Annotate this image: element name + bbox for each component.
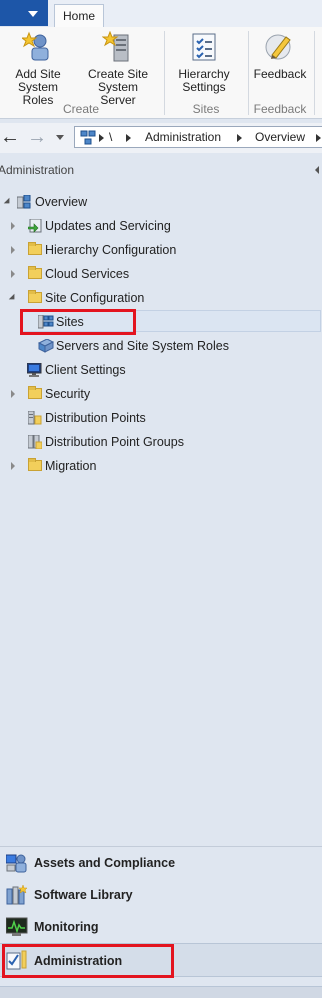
ribbon-group-separator [248, 31, 249, 115]
expanded-chevron-icon[interactable] [8, 293, 18, 303]
tree-label: Client Settings [45, 363, 126, 377]
ribbon-group-separator [314, 31, 315, 115]
workspace-label: Assets and Compliance [34, 856, 176, 870]
ribbon-group-create-label: Create [62, 102, 100, 116]
tree-item-security[interactable]: Security [0, 384, 320, 404]
tree-label: Servers and Site System Roles [56, 339, 229, 353]
breadcrumb-administration[interactable]: Administration [145, 130, 221, 144]
tree-label: Migration [45, 459, 97, 473]
client-monitor-icon [26, 362, 42, 377]
history-dropdown-icon[interactable] [56, 135, 64, 140]
create-site-system-server-button[interactable]: Create Site System Server [79, 30, 157, 107]
add-roles-icon [20, 31, 54, 63]
collapsed-chevron-icon[interactable] [11, 390, 15, 398]
hierarchy-settings-button[interactable]: Hierarchy Settings [172, 31, 236, 94]
feedback-label: Feedback [253, 67, 307, 81]
workspace-label: Monitoring [34, 920, 99, 934]
tree-label: Security [45, 387, 91, 401]
add-site-system-roles-button[interactable]: Add Site System Roles [2, 31, 74, 107]
collapsed-chevron-icon[interactable] [11, 246, 15, 254]
tree-item-site-configuration[interactable]: Site Configuration [0, 288, 320, 308]
breadcrumb-separator-icon [126, 134, 131, 142]
tree-item-cloud-services[interactable]: Cloud Services [0, 264, 320, 284]
tree-item-servers-and-site-system-roles[interactable]: Servers and Site System Roles [0, 336, 320, 356]
tree-label: Cloud Services [45, 267, 130, 281]
tree-label: Overview [35, 195, 88, 209]
ribbon-group-separator [164, 31, 165, 115]
tree-item-client-settings[interactable]: Client Settings [0, 360, 320, 380]
monitoring-icon [5, 917, 28, 937]
annotation-highlight-box [20, 309, 136, 335]
feedback-pencil-icon [264, 31, 296, 63]
tree-label: Updates and Servicing [45, 219, 171, 233]
annotation-highlight-box [2, 944, 174, 978]
assets-and-compliance-icon [5, 853, 28, 873]
tree-label: Distribution Point Groups [45, 435, 184, 449]
ribbon-group-sites-label: Sites [192, 102, 220, 116]
breadcrumb-root[interactable]: \ [109, 130, 112, 144]
pane-title: Administration [0, 163, 75, 177]
expanded-chevron-icon[interactable] [3, 197, 13, 207]
hierarchy-settings-label-line2: Settings [182, 80, 226, 94]
address-bar[interactable]: \ Administration Overview [74, 126, 322, 148]
chevron-down-icon [28, 11, 38, 17]
server-roles-icon [37, 338, 55, 353]
tree-item-hierarchy-configuration[interactable]: Hierarchy Configuration [0, 240, 320, 260]
tree-label: Site Configuration [45, 291, 145, 305]
overview-icon [16, 194, 31, 209]
collapsed-chevron-icon[interactable] [11, 270, 15, 278]
feedback-button[interactable]: Feedback [252, 31, 308, 81]
tree-item-updates-and-servicing[interactable]: Updates and Servicing [0, 216, 320, 236]
workspace-monitoring[interactable]: Monitoring [0, 911, 322, 943]
collapsed-chevron-icon[interactable] [11, 222, 15, 230]
tab-home[interactable]: Home [54, 4, 104, 27]
breadcrumb-separator-icon [99, 134, 104, 142]
application-menu-button[interactable] [0, 0, 48, 26]
tree-item-migration[interactable]: Migration [0, 456, 320, 476]
breadcrumb-separator-icon [316, 134, 321, 142]
ribbon-group-feedback-label: Feedback [253, 102, 307, 116]
collapse-pane-icon[interactable] [315, 166, 319, 174]
tree-item-overview[interactable]: Overview [0, 192, 320, 212]
folder-icon [28, 242, 42, 255]
software-library-icon [6, 884, 28, 905]
folder-icon [28, 266, 42, 279]
distribution-point-icon [27, 410, 42, 425]
forward-arrow-icon[interactable]: → [27, 127, 47, 147]
tree-item-distribution-points[interactable]: Distribution Points [0, 408, 320, 428]
workspace-overflow-strip [0, 986, 322, 998]
workspace-assets-and-compliance[interactable]: Assets and Compliance [0, 847, 322, 879]
folder-icon [28, 386, 42, 399]
checklist-icon [188, 31, 220, 63]
tree-item-distribution-point-groups[interactable]: Distribution Point Groups [0, 432, 320, 452]
workspace-label: Software Library [34, 888, 133, 902]
folder-icon [28, 458, 42, 471]
workspace-software-library[interactable]: Software Library [0, 879, 322, 911]
tree-label: Distribution Points [45, 411, 146, 425]
folder-icon [28, 290, 42, 303]
breadcrumb-overview[interactable]: Overview [255, 130, 305, 144]
server-icon [101, 30, 134, 63]
update-icon [27, 218, 42, 233]
breadcrumb-separator-icon [237, 134, 242, 142]
tree-label: Hierarchy Configuration [45, 243, 177, 257]
hierarchy-root-icon [80, 130, 96, 148]
collapsed-chevron-icon[interactable] [11, 462, 15, 470]
distribution-point-group-icon [27, 434, 43, 450]
back-arrow-icon[interactable]: ← [0, 127, 20, 147]
ribbon: Add Site System Roles Create Site System… [0, 27, 322, 119]
